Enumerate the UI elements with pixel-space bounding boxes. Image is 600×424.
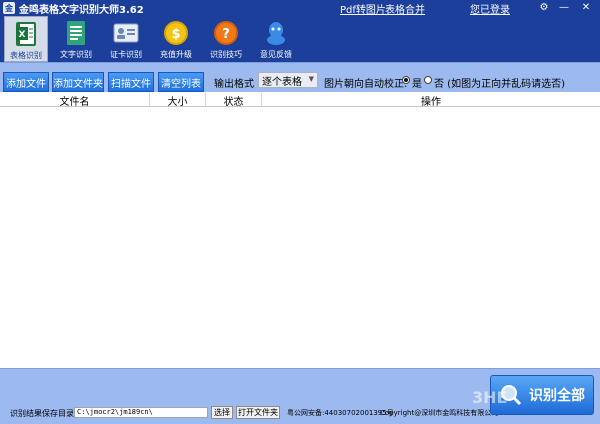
document-icon (63, 19, 89, 47)
save-dir-input[interactable]: C:\jmocr2\jm189cn\ (74, 407, 208, 418)
main-toolbar: X 表格识别 文字识别 证卡识别 $ 充值升级 ? 识别技巧 意见反馈 (0, 16, 600, 62)
orientation-no-label: 否 (如图为正向并乱码请选否) (434, 79, 565, 90)
output-format-label: 输出格式 (214, 79, 254, 90)
tool-card-recognition[interactable]: 证卡识别 (104, 16, 148, 62)
excel-icon: X (13, 20, 39, 48)
settings-icon[interactable]: ⚙ (536, 1, 552, 14)
add-file-button[interactable]: 添加文件 (3, 72, 49, 92)
app-logo-icon: 金 (3, 2, 15, 14)
tool-text-recognition[interactable]: 文字识别 (54, 16, 98, 62)
output-format-select[interactable]: 逐个表格 ▼ (258, 72, 318, 88)
pdf-to-image-link[interactable]: Pdf转图片 (340, 1, 386, 16)
column-status[interactable]: 状态 (206, 93, 262, 108)
login-status-link[interactable]: 您已登录 (470, 1, 510, 16)
svg-text:$: $ (171, 27, 180, 42)
copyright-text: Copyright@深圳市金鸣科技有限公司 (380, 409, 499, 417)
tool-label: 意见反馈 (260, 50, 292, 59)
bottom-bar: 识别结果保存目录: C:\jmocr2\jm189cn\ 选择 打开文件夹 粤公… (0, 368, 600, 424)
tool-label: 文字识别 (60, 50, 92, 59)
orientation-yes-radio[interactable] (402, 76, 410, 84)
scan-file-button[interactable]: 扫描文件 (108, 72, 154, 92)
column-size[interactable]: 大小 (150, 93, 206, 108)
orientation-label: 图片朝向自动校正: (324, 79, 408, 90)
clear-list-button[interactable]: 清空列表 (158, 72, 204, 92)
svg-text:X: X (19, 30, 26, 40)
close-button[interactable]: ✕ (578, 1, 594, 14)
tool-feedback[interactable]: 意见反馈 (254, 16, 298, 62)
minimize-button[interactable]: — (556, 1, 572, 14)
file-table-header: 文件名 大小 状态 操作 (0, 93, 600, 108)
add-folder-button[interactable]: 添加文件夹 (52, 72, 104, 92)
tool-recharge-upgrade[interactable]: $ 充值升级 (154, 16, 198, 62)
table-merge-link[interactable]: 表格合并 (385, 1, 425, 16)
app-title: 金鸣表格文字识别大师3.62 (19, 4, 144, 16)
orientation-yes-label: 是 (412, 79, 422, 90)
orientation-no-radio[interactable] (424, 76, 432, 84)
tool-label: 证卡识别 (110, 50, 142, 59)
tool-label: 充值升级 (160, 50, 192, 59)
icp-record: 粤公网安备:44030702001395号 (287, 409, 394, 417)
help-icon: ? (213, 19, 239, 47)
coin-icon: $ (163, 19, 189, 47)
column-action[interactable]: 操作 (262, 93, 600, 108)
tool-table-recognition[interactable]: X 表格识别 (4, 16, 48, 62)
svg-text:?: ? (222, 27, 230, 42)
tool-label: 表格识别 (10, 51, 42, 60)
tool-label: 识别技巧 (210, 50, 242, 59)
choose-dir-button[interactable]: 选择 (211, 406, 233, 419)
file-table-body[interactable] (0, 107, 600, 368)
column-filename[interactable]: 文件名 (0, 93, 150, 108)
tool-tips[interactable]: ? 识别技巧 (204, 16, 248, 62)
title-bar: 金 金鸣表格文字识别大师3.62 Pdf转图片 表格合并 您已登录 ⚙ — ✕ (0, 0, 600, 16)
save-dir-label: 识别结果保存目录: (10, 409, 77, 418)
id-card-icon (113, 19, 139, 47)
action-bar: 添加文件 添加文件夹 扫描文件 清空列表 输出格式 逐个表格 ▼ 图片朝向自动校… (0, 62, 600, 92)
recognize-all-label: 识别全部 (529, 388, 585, 404)
watermark-logo: 3HE (472, 388, 508, 407)
output-format-value: 逐个表格 (262, 76, 302, 88)
chevron-down-icon: ▼ (308, 75, 314, 83)
open-folder-button[interactable]: 打开文件夹 (236, 406, 280, 419)
feedback-icon (263, 19, 289, 47)
